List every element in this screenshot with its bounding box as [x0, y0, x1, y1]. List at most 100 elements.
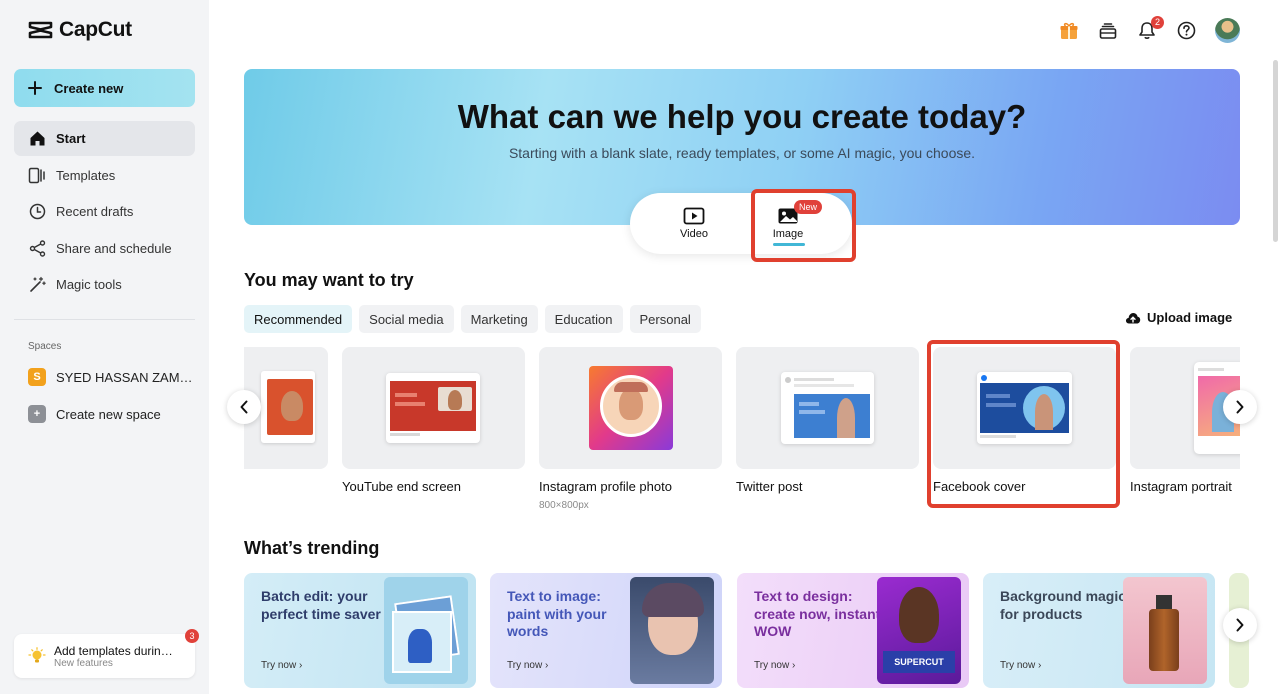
video-icon: [683, 207, 705, 225]
lightbulb-icon: [28, 647, 46, 663]
sidebar-item-label: Recent drafts: [56, 204, 134, 219]
chip-social-media[interactable]: Social media: [359, 305, 454, 333]
space-item[interactable]: S SYED HASSAN ZAM…: [28, 366, 193, 388]
sidebar-item-start[interactable]: Start: [14, 121, 195, 156]
template-card-youtube-end-screen[interactable]: YouTube end screen: [342, 347, 525, 494]
sidebar-item-label: Magic tools: [56, 277, 122, 292]
try-now-link[interactable]: Try now ›: [261, 660, 302, 671]
plus-icon: +: [28, 405, 46, 423]
cloud-upload-icon: [1125, 312, 1141, 323]
background-magic-artwork: [1123, 577, 1207, 684]
try-section-title: You may want to try: [244, 270, 414, 290]
create-new-button[interactable]: Create new: [14, 69, 195, 107]
try-now-link[interactable]: Try now ›: [754, 660, 795, 671]
trending-card-text-to-image[interactable]: Text to image: paint with your words Try…: [490, 573, 722, 688]
capcut-logo-icon: [28, 21, 53, 39]
tab-label: Video: [680, 228, 708, 240]
trending-card-title: Batch edit: your perfect time saver: [261, 588, 381, 622]
template-thumbnail: [342, 347, 525, 469]
magic-wand-icon: [28, 276, 46, 294]
sidebar: CapCut Create new Start Templates Recent…: [0, 0, 209, 694]
chip-personal[interactable]: Personal: [629, 305, 701, 333]
sidebar-divider: [14, 319, 195, 320]
help-icon[interactable]: [1176, 21, 1196, 41]
trending-card-title: Background magic for products: [1000, 588, 1127, 622]
layers-icon[interactable]: [1098, 21, 1118, 41]
notice-title: Add templates durin…: [54, 643, 173, 658]
template-label: Twitter post: [736, 479, 803, 494]
notification-count-badge: 2: [1151, 15, 1164, 29]
plus-icon: [28, 81, 42, 95]
template-label: Facebook cover: [933, 479, 1026, 494]
sidebar-item-label: Start: [56, 131, 86, 146]
template-carousel: YouTube end screen Instagram profile pho…: [244, 347, 1240, 517]
sidebar-item-magic-tools[interactable]: Magic tools: [14, 267, 195, 302]
sidebar-item-share-and-schedule[interactable]: Share and schedule: [14, 231, 195, 266]
trending-card-title: Text to design: create now, instant WOW: [754, 588, 881, 639]
template-label: Instagram profile photo: [539, 479, 672, 494]
chevron-left-icon: [240, 400, 248, 414]
template-card-facebook-cover[interactable]: Facebook cover: [933, 347, 1116, 494]
chip-marketing[interactable]: Marketing: [460, 305, 538, 333]
sidebar-item-label: Share and schedule: [56, 240, 172, 256]
trending-card-batch-edit[interactable]: Batch edit: your perfect time saver Try …: [244, 573, 476, 688]
user-avatar[interactable]: [1215, 18, 1240, 43]
sidebar-item-templates[interactable]: Templates: [14, 158, 195, 193]
sidebar-item-recent-drafts[interactable]: Recent drafts: [14, 194, 195, 229]
category-chips: Recommended Social media Marketing Educa…: [244, 305, 701, 333]
template-label: Instagram portrait: [1130, 479, 1232, 494]
batch-edit-artwork: [384, 577, 468, 684]
chevron-right-icon: [1236, 400, 1244, 414]
chip-education[interactable]: Education: [544, 305, 623, 333]
feature-notice[interactable]: Add templates durin… New features 3: [14, 629, 199, 678]
upload-image-label: Upload image: [1147, 310, 1233, 325]
template-card-instagram-portrait[interactable]: Instagram portrait: [1130, 347, 1240, 494]
hero-subtitle: Starting with a blank slate, ready templ…: [508, 145, 976, 161]
supercut-label: SUPERCUT: [883, 651, 955, 673]
capcut-logo[interactable]: CapCut: [28, 18, 132, 42]
sidebar-item-label: Templates: [56, 167, 116, 183]
try-now-link[interactable]: Try now ›: [507, 660, 548, 671]
hero-title: What can we help you create today?: [457, 98, 1027, 135]
templates-icon: [28, 166, 46, 184]
template-thumbnail: [933, 347, 1116, 469]
template-card-twitter-post[interactable]: Twitter post: [736, 347, 919, 494]
clock-icon: [28, 203, 46, 221]
create-new-label: Create new: [54, 80, 124, 96]
page-scrollbar[interactable]: [1273, 60, 1278, 242]
template-thumbnail: [736, 347, 919, 469]
template-size: 800×800px: [539, 500, 589, 511]
template-label: YouTube end screen: [342, 479, 462, 494]
tab-label: Image: [772, 228, 804, 240]
chip-recommended[interactable]: Recommended: [244, 305, 353, 333]
upload-image-button[interactable]: Upload image: [1125, 310, 1232, 325]
home-icon: [28, 130, 46, 148]
text-to-design-artwork: SUPERCUT: [877, 577, 961, 684]
create-new-space-button[interactable]: + Create new space: [28, 403, 161, 425]
trending-card-title: Text to image: paint with your words: [507, 588, 607, 639]
notice-subtitle: New features: [54, 657, 113, 669]
trending-next-button[interactable]: [1223, 608, 1257, 642]
trending-card-background-magic[interactable]: Background magic for products Try now ›: [983, 573, 1215, 688]
spaces-heading: Spaces: [28, 341, 62, 352]
sidebar-nav: Start Templates Recent drafts Share and …: [14, 121, 195, 304]
notice-count-badge: 3: [185, 629, 199, 643]
tab-video[interactable]: Video: [649, 193, 739, 254]
space-avatar: S: [28, 368, 46, 386]
trending-card-text-to-design[interactable]: Text to design: create now, instant WOW …: [737, 573, 969, 688]
app-name: CapCut: [59, 18, 132, 41]
top-toolbar: 2: [1059, 15, 1240, 43]
chevron-right-icon: [1236, 618, 1244, 632]
template-card-instagram-profile-photo[interactable]: Instagram profile photo 800×800px: [539, 347, 722, 511]
text-to-image-artwork: [630, 577, 714, 684]
space-name: SYED HASSAN ZAM…: [56, 369, 193, 385]
template-thumbnail: [539, 347, 722, 469]
try-now-link[interactable]: Try now ›: [1000, 660, 1041, 671]
carousel-next-button[interactable]: [1223, 390, 1257, 424]
bell-icon[interactable]: 2: [1137, 15, 1164, 41]
share-icon: [28, 239, 46, 257]
carousel-prev-button[interactable]: [227, 390, 261, 424]
new-badge: New: [794, 200, 823, 214]
trending-section-title: What’s trending: [244, 538, 380, 558]
gift-icon[interactable]: [1059, 21, 1079, 41]
